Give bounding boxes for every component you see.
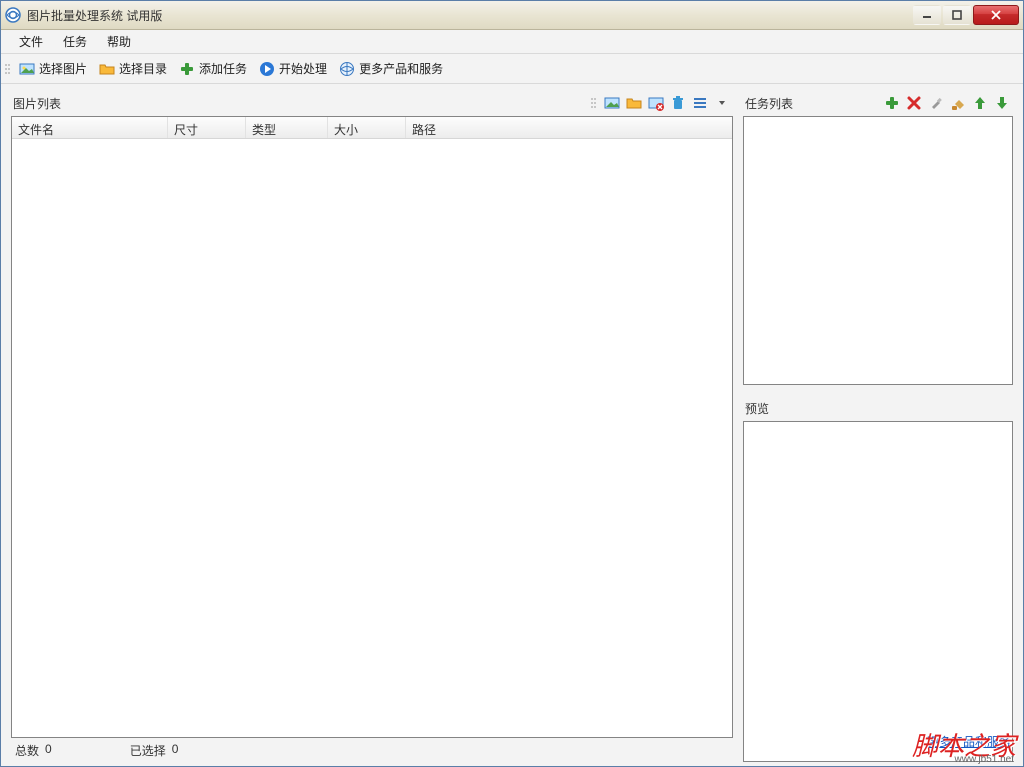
more-products-button[interactable]: 更多产品和服务	[333, 57, 449, 80]
col-dimensions[interactable]: 尺寸	[168, 117, 246, 138]
add-image-icon[interactable]	[603, 94, 621, 112]
menu-help[interactable]: 帮助	[97, 30, 141, 53]
window-title: 图片批量处理系统 试用版	[27, 7, 911, 24]
selected-value: 0	[172, 742, 179, 759]
minimize-button[interactable]	[913, 5, 941, 25]
image-icon	[19, 61, 35, 77]
toolbar: 选择图片 选择目录 添加任务 开始处理 更多产品和服务	[1, 54, 1023, 84]
list-view-icon[interactable]	[691, 94, 709, 112]
right-panel: 任务列表 预览	[743, 90, 1013, 762]
titlebar[interactable]: 图片批量处理系统 试用版	[1, 1, 1023, 30]
dropdown-icon[interactable]	[713, 94, 731, 112]
task-panel: 任务列表	[743, 90, 1013, 385]
app-window: 图片批量处理系统 试用版 文件 任务 帮助 选择图片 选择目录 添加任务 开始处…	[0, 0, 1024, 767]
image-list-toolbar	[591, 93, 731, 113]
toolbar-gripper[interactable]	[5, 59, 11, 79]
menu-task[interactable]: 任务	[53, 30, 97, 53]
remove-image-icon[interactable]	[647, 94, 665, 112]
play-icon	[259, 61, 275, 77]
menubar: 文件 任务 帮助	[1, 30, 1023, 54]
col-type[interactable]: 类型	[246, 117, 328, 138]
start-process-label: 开始处理	[279, 60, 327, 77]
window-controls	[911, 5, 1019, 25]
preview-header: 预览	[743, 395, 1013, 421]
image-list-box[interactable]: 文件名 尺寸 类型 大小 路径	[11, 116, 733, 738]
select-dir-label: 选择目录	[119, 60, 167, 77]
task-toolbar	[883, 94, 1011, 112]
start-process-button[interactable]: 开始处理	[253, 57, 333, 80]
task-add-icon[interactable]	[883, 94, 901, 112]
body: 图片列表 文件名 尺寸 类型 大小 路径	[1, 84, 1023, 766]
task-config-icon[interactable]	[927, 94, 945, 112]
task-clear-icon[interactable]	[949, 94, 967, 112]
task-down-icon[interactable]	[993, 94, 1011, 112]
trash-icon[interactable]	[669, 94, 687, 112]
plus-icon	[179, 61, 195, 77]
close-button[interactable]	[973, 5, 1019, 25]
more-products-label: 更多产品和服务	[359, 60, 443, 77]
total-label: 总数	[15, 742, 39, 759]
footer-link[interactable]: 更多产品和服务	[927, 733, 1011, 750]
app-icon	[5, 7, 21, 23]
task-header: 任务列表	[743, 90, 1013, 116]
maximize-button[interactable]	[943, 5, 971, 25]
task-title: 任务列表	[745, 95, 793, 112]
col-path[interactable]: 路径	[406, 117, 732, 138]
task-remove-icon[interactable]	[905, 94, 923, 112]
select-image-label: 选择图片	[39, 60, 87, 77]
task-list-box[interactable]	[743, 116, 1013, 385]
left-panel: 图片列表 文件名 尺寸 类型 大小 路径	[11, 90, 733, 762]
image-list-title: 图片列表	[13, 95, 61, 112]
globe-icon	[339, 61, 355, 77]
col-filesize[interactable]: 大小	[328, 117, 406, 138]
panel-gripper[interactable]	[591, 93, 597, 113]
add-folder-icon[interactable]	[625, 94, 643, 112]
image-list-header: 图片列表	[11, 90, 733, 116]
preview-panel: 预览	[743, 395, 1013, 762]
menu-file[interactable]: 文件	[9, 30, 53, 53]
preview-box	[743, 421, 1013, 762]
col-filename[interactable]: 文件名	[12, 117, 168, 138]
add-task-button[interactable]: 添加任务	[173, 57, 253, 80]
add-task-label: 添加任务	[199, 60, 247, 77]
select-image-button[interactable]: 选择图片	[13, 57, 93, 80]
status-bar: 总数 0 已选择 0	[11, 738, 733, 762]
total-value: 0	[45, 742, 52, 759]
task-up-icon[interactable]	[971, 94, 989, 112]
selected-label: 已选择	[130, 742, 166, 759]
preview-title: 预览	[745, 400, 769, 417]
select-dir-button[interactable]: 选择目录	[93, 57, 173, 80]
folder-icon	[99, 61, 115, 77]
table-header: 文件名 尺寸 类型 大小 路径	[12, 117, 732, 139]
